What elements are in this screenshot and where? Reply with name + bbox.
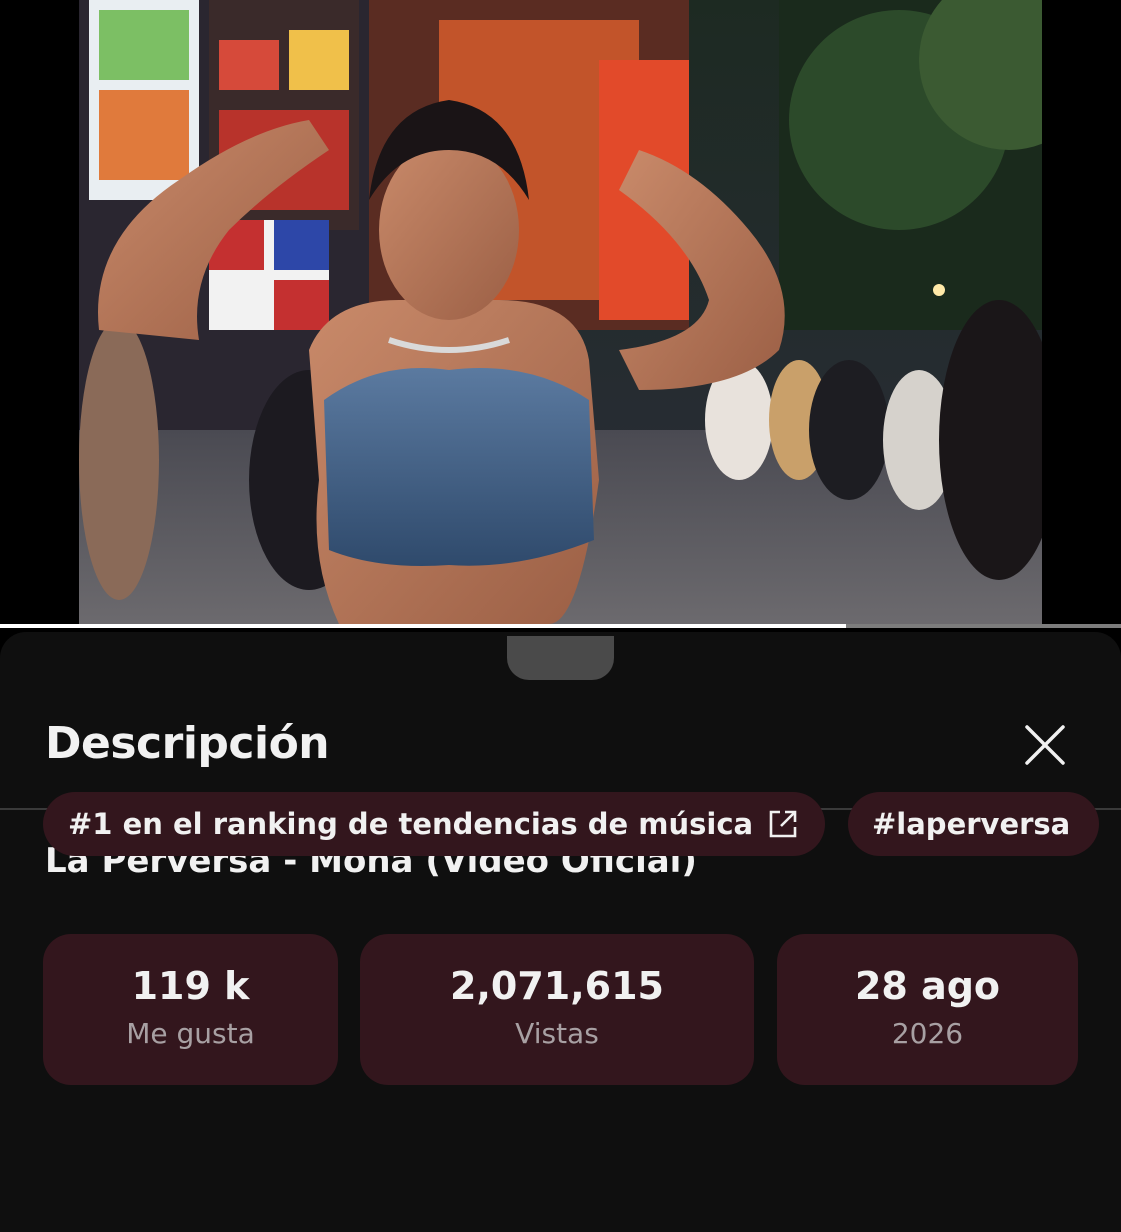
trending-ranking-label: #1 en el ranking de tendencias de música xyxy=(68,807,754,841)
likes-card: 119 k Me gusta xyxy=(43,934,338,1085)
close-button[interactable] xyxy=(1016,716,1074,774)
hashtag-chip[interactable]: #laperversa xyxy=(848,792,1099,856)
likes-label: Me gusta xyxy=(126,1017,255,1050)
video-frame[interactable] xyxy=(79,0,1042,624)
video-thumbnail xyxy=(79,0,1042,624)
external-link-icon xyxy=(769,810,797,838)
views-card: 2,071,615 Vistas xyxy=(360,934,754,1085)
trending-ranking-chip[interactable]: #1 en el ranking de tendencias de música xyxy=(43,792,825,856)
views-label: Vistas xyxy=(515,1017,599,1050)
description-sheet: Descripción La Perversa - Mona (Video Of… xyxy=(0,632,1121,1232)
hashtag-label: #laperversa xyxy=(872,807,1071,841)
likes-count: 119 k xyxy=(131,964,250,1008)
sheet-title: Descripción xyxy=(45,718,330,769)
progress-bar[interactable] xyxy=(0,624,1121,628)
views-count: 2,071,615 xyxy=(450,964,664,1008)
drag-handle[interactable] xyxy=(507,636,614,680)
publish-date: 28 ago xyxy=(854,964,1001,1008)
video-player[interactable] xyxy=(0,0,1121,628)
progress-fill xyxy=(0,624,847,628)
date-card: 28 ago 2026 xyxy=(777,934,1078,1085)
publish-year: 2026 xyxy=(891,1017,964,1050)
close-icon xyxy=(1025,725,1065,765)
